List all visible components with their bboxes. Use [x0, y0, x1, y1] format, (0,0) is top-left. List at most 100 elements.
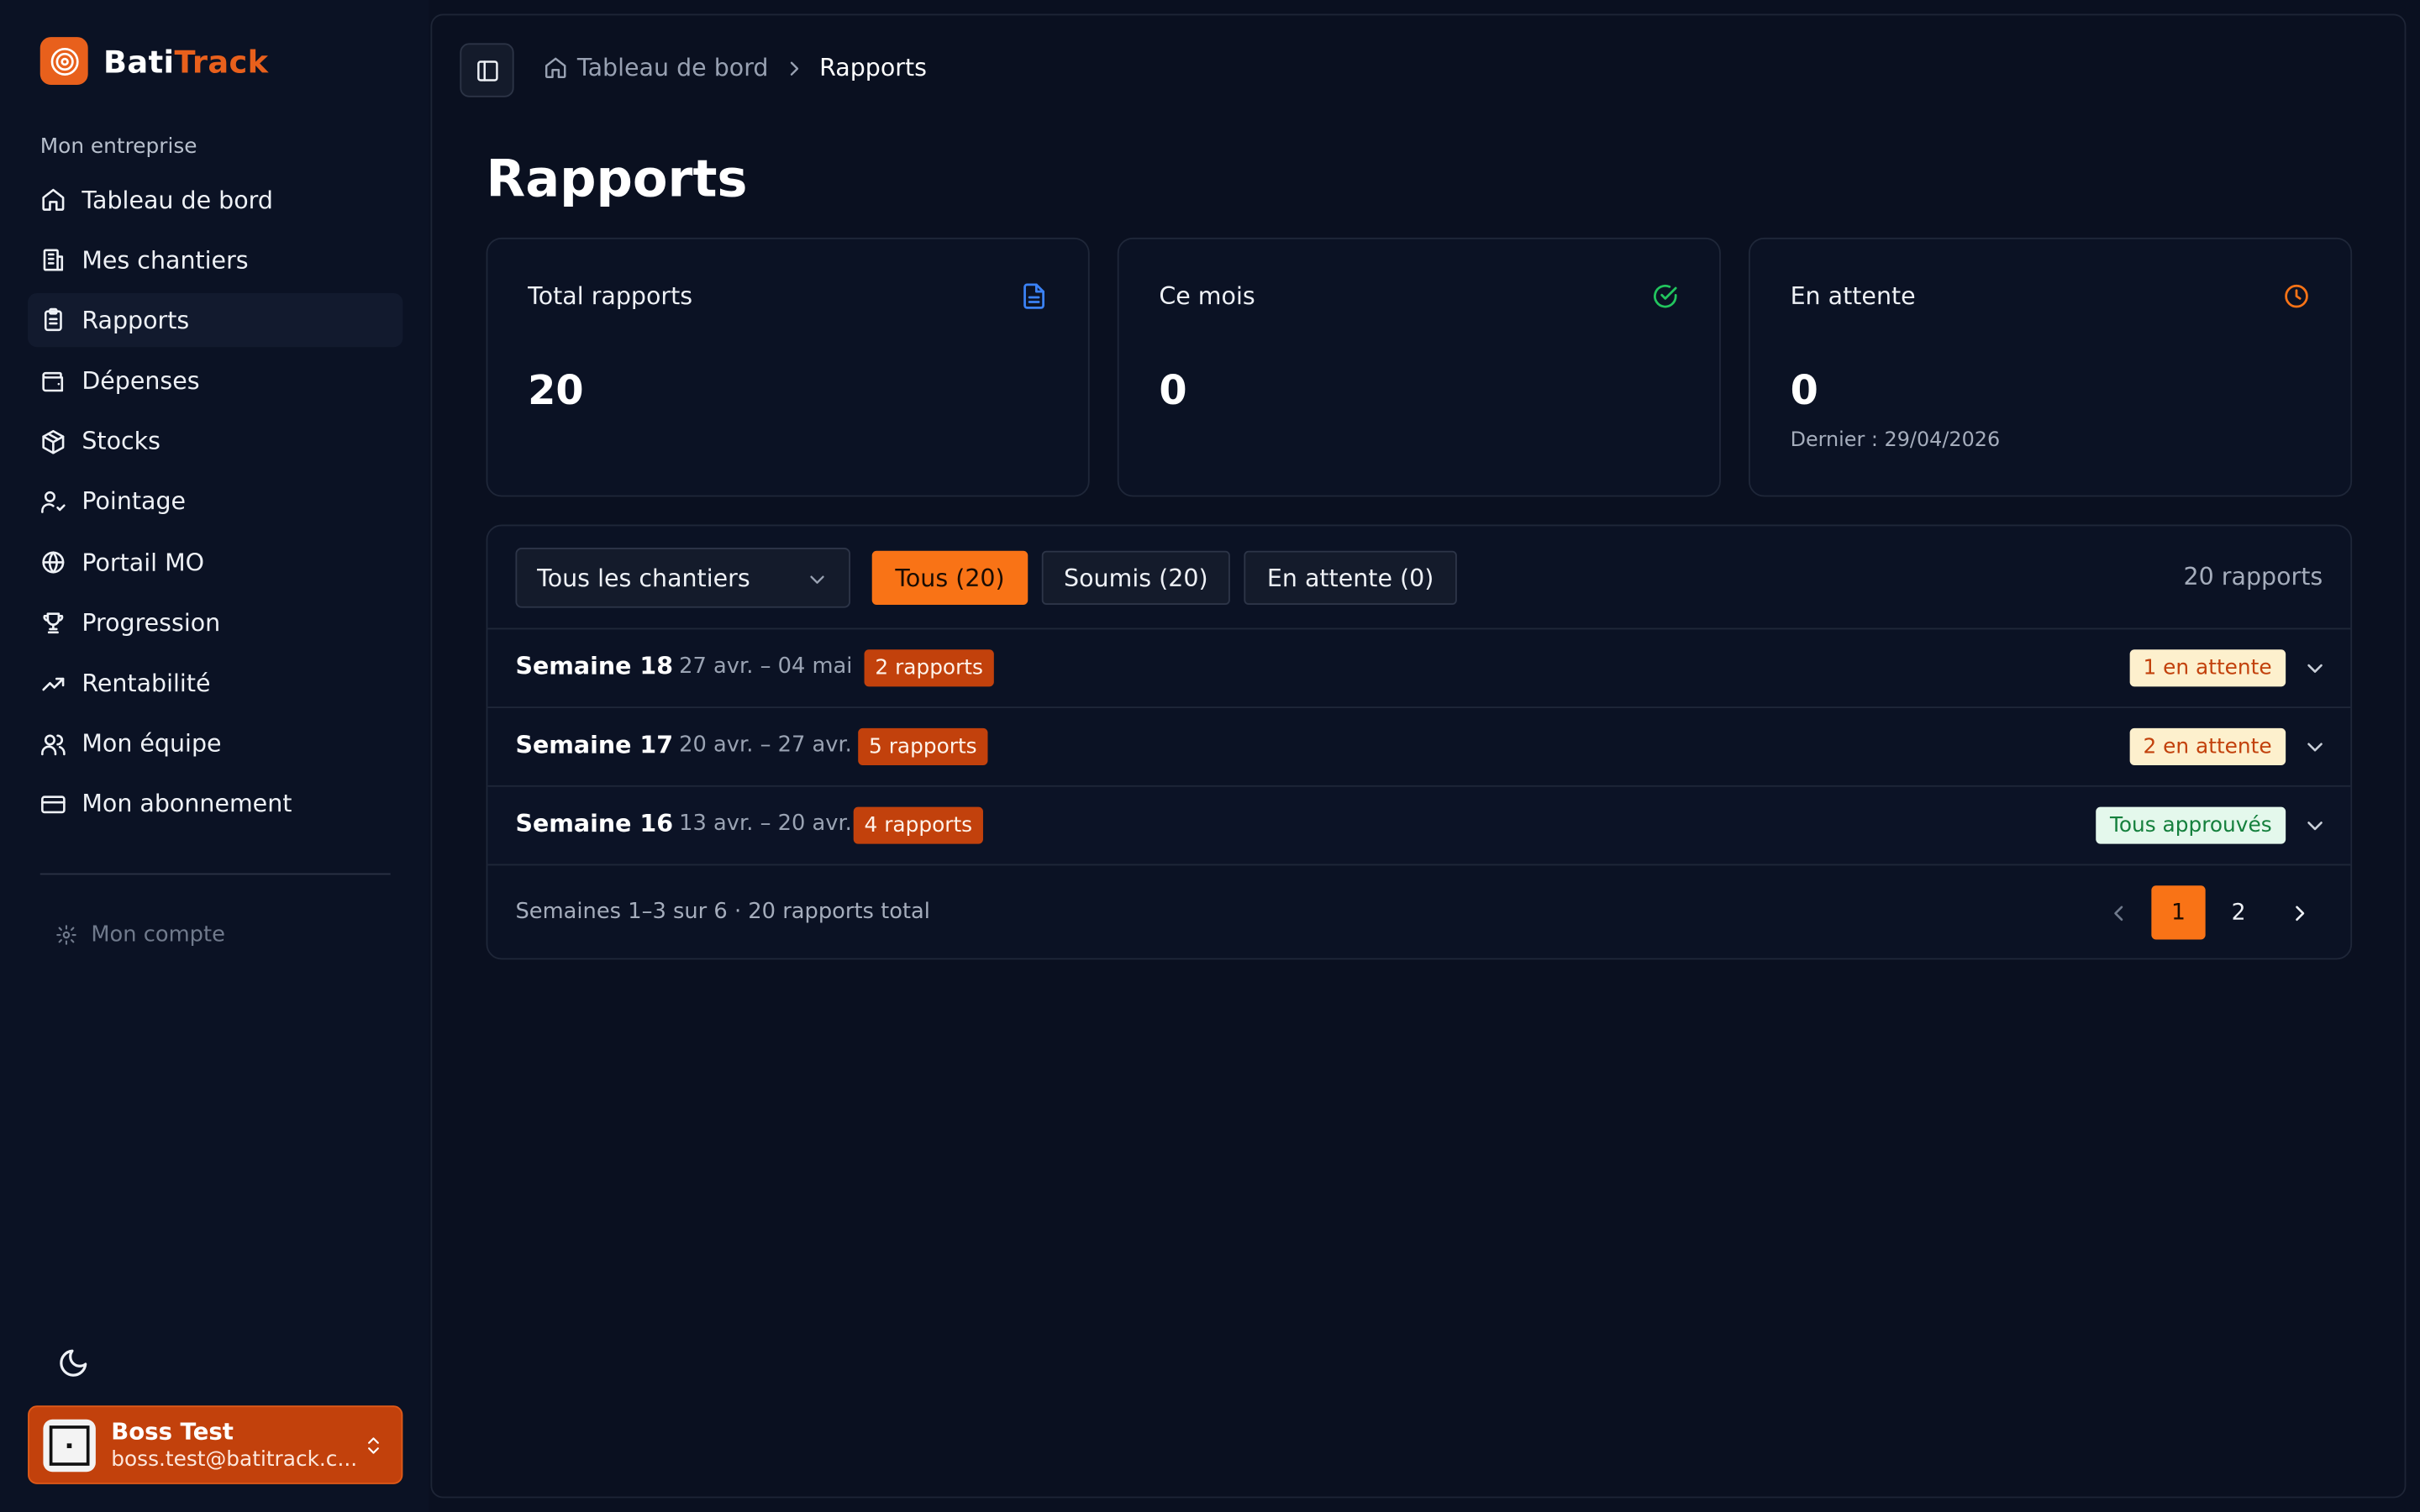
breadcrumb-current: Rapports — [819, 54, 927, 82]
moon-icon[interactable] — [57, 1347, 90, 1379]
brand-logo-icon — [39, 37, 88, 86]
filter-chip-pending[interactable]: En attente (0) — [1244, 550, 1457, 605]
stat-subtext: Dernier : 29/04/2026 — [1790, 428, 2001, 453]
sidebar: BatiTrack Mon entreprise Tableau de bord… — [0, 0, 429, 1512]
chevrons-up-down-icon — [368, 1437, 379, 1454]
sidebar-item-progression[interactable]: Progression — [28, 596, 402, 650]
globe-icon — [42, 551, 65, 574]
stat-label: En attente — [1790, 282, 1916, 311]
stat-value: 0 — [1159, 368, 1187, 416]
breadcrumb-home[interactable]: Tableau de bord — [544, 54, 769, 81]
sidebar-nav: Tableau de bord Mes chantiers Rapports D… — [28, 173, 403, 838]
stat-value: 0 — [1790, 368, 1818, 416]
sidebar-item-rentabilite[interactable]: Rentabilité — [28, 657, 402, 711]
avatar-logo-icon: ■ — [49, 1425, 90, 1465]
week-status-badge: 2 en attente — [2128, 727, 2286, 766]
sidebar-item-label: Progression — [82, 609, 221, 638]
home-icon — [544, 57, 566, 79]
user-email: boss.test@batitrack.c... — [111, 1446, 358, 1473]
avatar: ■ — [43, 1418, 96, 1472]
chevron-down-icon[interactable] — [2304, 657, 2326, 679]
sidebar-item-pointage[interactable]: Pointage — [28, 475, 402, 529]
week-row[interactable]: Semaine 18 27 avr. – 04 mai 2 rapports 1… — [487, 627, 2351, 707]
sidebar-item-label: Mon abonnement — [82, 790, 292, 819]
page-title: Rapports — [486, 148, 748, 208]
week-reports-badge: 5 rapports — [858, 727, 988, 766]
sidebar-item-label: Stocks — [82, 428, 160, 456]
account-link[interactable]: Mon compte — [55, 922, 225, 948]
main-content: Tableau de bord Rapports Rapports Total … — [430, 13, 2407, 1499]
account-label: Mon compte — [91, 922, 225, 948]
page-button-2[interactable]: 2 — [2212, 885, 2265, 939]
stat-label: Ce mois — [1159, 282, 1255, 311]
site-select-value: Tous les chantiers — [537, 564, 750, 592]
filter-chip-submitted[interactable]: Soumis (20) — [1041, 550, 1230, 605]
credit-card-icon — [41, 795, 66, 814]
chevron-down-icon[interactable] — [2304, 736, 2326, 758]
week-status-badge: 1 en attente — [2128, 649, 2286, 687]
pager: 1 2 — [2091, 885, 2326, 940]
sidebar-item-stocks[interactable]: Stocks — [28, 415, 402, 469]
breadcrumb-home-label: Tableau de bord — [576, 54, 769, 82]
brand[interactable]: BatiTrack — [39, 37, 269, 86]
page-button-1[interactable]: 1 — [2151, 885, 2206, 940]
reports-count: 20 rapports — [2183, 563, 2323, 591]
trending-up-icon — [42, 676, 65, 690]
pagination-info: Semaines 1–3 sur 6 · 20 rapports total — [515, 899, 930, 925]
sidebar-item-label: Rentabilité — [82, 669, 211, 698]
section-label: Mon entreprise — [39, 134, 197, 160]
week-reports-badge: 4 rapports — [853, 806, 983, 844]
prev-page-button[interactable] — [2091, 885, 2145, 939]
chevron-down-icon[interactable] — [2304, 815, 2326, 837]
sidebar-item-portail-mo[interactable]: Portail MO — [28, 536, 402, 590]
panel-left-icon — [476, 60, 497, 81]
sidebar-item-mes-chantiers[interactable]: Mes chantiers — [28, 234, 402, 287]
week-title: Semaine 16 — [515, 810, 674, 838]
pagination-bar: Semaines 1–3 sur 6 · 20 rapports total 1… — [487, 864, 2351, 958]
week-dates: 20 avr. – 27 avr. — [679, 732, 852, 758]
sidebar-item-label: Mon équipe — [82, 730, 222, 759]
week-dates: 27 avr. – 04 mai — [679, 654, 853, 680]
user-info: Boss Test boss.test@batitrack.c... — [111, 1418, 358, 1472]
week-row[interactable]: Semaine 16 13 avr. – 20 avr. 4 rapports … — [487, 785, 2351, 864]
gear-icon — [56, 925, 76, 945]
stat-card-pending: En attente 0 Dernier : 29/04/2026 — [1748, 237, 2353, 497]
package-icon — [42, 429, 65, 454]
stat-value: 20 — [528, 368, 584, 416]
sidebar-item-mon-equipe[interactable]: Mon équipe — [28, 717, 402, 770]
sidebar-item-label: Portail MO — [82, 549, 205, 577]
week-title: Semaine 18 — [515, 652, 674, 680]
clock-icon — [2285, 284, 2308, 308]
home-icon — [42, 188, 65, 211]
users-icon — [41, 733, 66, 755]
user-check-icon — [41, 491, 66, 513]
sidebar-toggle-button[interactable] — [460, 43, 514, 97]
chevron-left-icon — [2113, 905, 2123, 921]
stat-card-this-month: Ce mois 0 — [1117, 237, 1721, 497]
check-circle-icon — [1654, 284, 1677, 308]
file-text-icon — [1023, 283, 1044, 309]
week-reports-badge: 2 rapports — [864, 649, 994, 687]
week-dates: 13 avr. – 20 avr. — [679, 811, 852, 837]
chevron-right-icon — [2295, 905, 2304, 921]
sidebar-item-tableau-de-bord[interactable]: Tableau de bord — [28, 173, 402, 227]
sidebar-item-mon-abonnement[interactable]: Mon abonnement — [28, 777, 402, 831]
user-name: Boss Test — [111, 1417, 234, 1446]
sidebar-item-depenses[interactable]: Dépenses — [28, 354, 402, 408]
week-status-badge: Tous approuvés — [2096, 806, 2286, 844]
site-select[interactable]: Tous les chantiers — [515, 548, 851, 608]
brand-name: BatiTrack — [103, 42, 269, 80]
sidebar-item-rapports[interactable]: Rapports — [28, 293, 403, 348]
breadcrumb: Tableau de bord Rapports — [544, 54, 927, 81]
wallet-icon — [42, 371, 64, 391]
filter-chip-all[interactable]: Tous (20) — [871, 550, 1028, 605]
sidebar-item-label: Mes chantiers — [82, 246, 249, 275]
stat-card-total: Total rapports 20 — [486, 237, 1090, 497]
week-row[interactable]: Semaine 17 20 avr. – 27 avr. 5 rapports … — [487, 706, 2351, 785]
stat-label: Total rapports — [528, 282, 693, 311]
user-menu[interactable]: ■ Boss Test boss.test@batitrack.c... — [28, 1405, 403, 1484]
reports-panel: Tous les chantiers Tous (20) Soumis (20)… — [486, 524, 2353, 960]
week-title: Semaine 17 — [515, 731, 674, 759]
sidebar-item-label: Pointage — [82, 488, 187, 517]
next-page-button[interactable] — [2272, 885, 2326, 939]
